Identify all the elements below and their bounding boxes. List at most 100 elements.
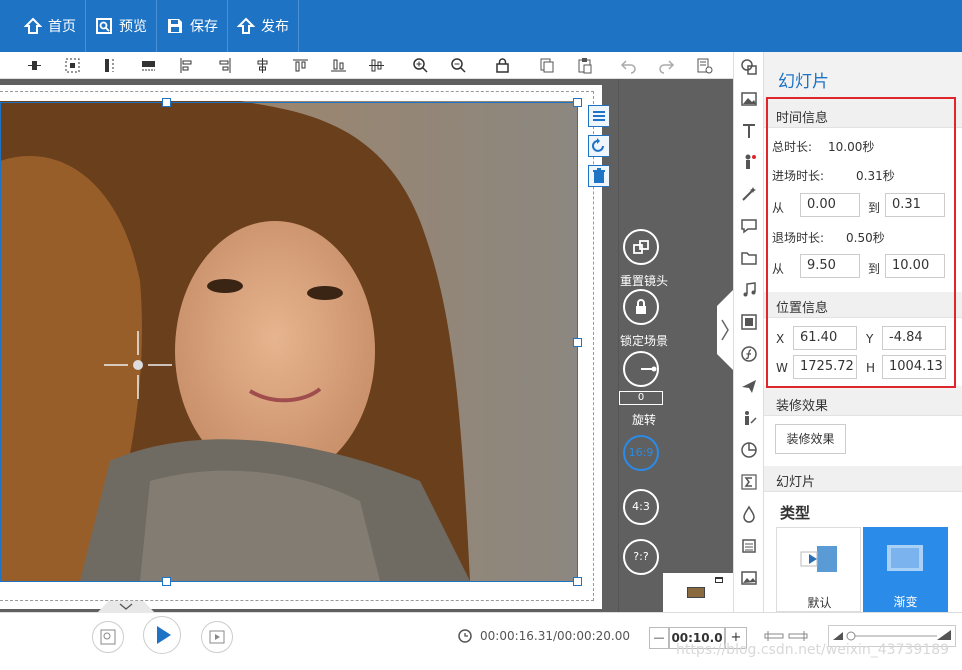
airplane-icon[interactable] [740, 377, 758, 395]
rotate-input[interactable]: 0 [619, 391, 663, 405]
reset-lens-label: 重置镜头 [619, 274, 668, 288]
preview-button[interactable]: 预览 [86, 0, 157, 52]
type-label: 类型 [780, 504, 811, 522]
thumbnail-image[interactable] [687, 587, 705, 598]
rotate-element-button[interactable] [588, 135, 610, 157]
ungroup-icon[interactable] [102, 57, 119, 74]
lock-icon[interactable] [494, 57, 511, 74]
ratio-16-9-button[interactable]: 16:9 [623, 435, 659, 471]
top-nav-bar: 首页 预览 保存 发布 [0, 0, 962, 52]
resize-handle-top-right[interactable] [573, 98, 582, 107]
image-icon[interactable] [740, 90, 758, 108]
align-top-icon[interactable] [292, 57, 309, 74]
thumbnail-panel[interactable] [663, 573, 733, 612]
type-gradient-label: 渐变 [893, 595, 918, 609]
align-center-icon[interactable] [254, 57, 271, 74]
save-button[interactable]: 保存 [157, 0, 228, 52]
publish-icon [237, 17, 255, 34]
lock-scene-button[interactable] [623, 289, 659, 325]
character-icon[interactable] [740, 153, 758, 171]
paste-icon[interactable] [576, 57, 593, 74]
panel-title: 幻灯片 [778, 72, 829, 92]
ratio-custom-button[interactable]: ?:? [623, 539, 659, 575]
zoom-out-icon[interactable] [450, 57, 467, 74]
resize-handle-bottom[interactable] [162, 577, 171, 586]
edit-toolbar [0, 52, 733, 79]
clock-icon [458, 629, 472, 643]
decoration-header: 装修效果 [764, 390, 962, 416]
sigma-icon[interactable] [740, 473, 758, 491]
save-label: 保存 [190, 19, 218, 35]
highlight-box [766, 97, 956, 388]
canvas-stage [0, 79, 618, 612]
speech-bubble-icon[interactable] [740, 217, 758, 235]
preview-label: 预览 [119, 19, 147, 35]
formula-icon[interactable] [740, 345, 758, 363]
settings-doc-icon[interactable] [696, 57, 713, 74]
split-track-icon[interactable] [764, 629, 810, 643]
music-icon[interactable] [740, 281, 758, 299]
dial-icon [641, 366, 657, 372]
decoration-button[interactable]: 装修效果 [775, 424, 846, 454]
distribute-horizontal-icon[interactable] [26, 57, 43, 74]
next-frame-button[interactable] [201, 621, 233, 653]
timeline-bar: 00:00:16.31/00:00:20.00 — 00:10.0 + [0, 601, 962, 670]
layers-button[interactable] [588, 105, 610, 127]
canvas-control-column: 重置镜头 锁定场景 0 旋转 16:9 4:3 ?:? [618, 79, 733, 612]
home-icon [24, 17, 42, 34]
magic-wand-icon[interactable] [740, 185, 758, 203]
text-icon[interactable] [740, 122, 758, 140]
group-icon[interactable] [64, 57, 81, 74]
publish-label: 发布 [261, 19, 289, 35]
align-middle-icon[interactable] [368, 57, 385, 74]
gradient-type-icon [887, 545, 923, 571]
watermark: https://blog.csdn.net/weixin_43739189 [676, 642, 950, 658]
maximize-icon[interactable] [715, 577, 723, 583]
align-left-icon[interactable] [178, 57, 195, 74]
undo-icon[interactable] [620, 57, 637, 74]
home-label: 首页 [48, 19, 76, 35]
redo-icon[interactable] [658, 57, 675, 74]
align-right-icon[interactable] [216, 57, 233, 74]
insert-icon-bar [733, 52, 764, 612]
selection-box [0, 102, 578, 582]
ratio-4-3-button[interactable]: 4:3 [623, 489, 659, 525]
film-icon[interactable] [740, 313, 758, 331]
resize-handle-right[interactable] [573, 338, 582, 347]
type-gradient-card[interactable]: 渐变 [863, 527, 948, 612]
rotate-icon [592, 138, 604, 152]
copy-icon[interactable] [538, 57, 555, 74]
delete-element-button[interactable] [588, 165, 610, 187]
printer-icon[interactable] [740, 537, 758, 555]
type-default-card[interactable]: 默认 [776, 527, 861, 612]
play-icon [157, 626, 171, 644]
shape-icon[interactable] [740, 58, 758, 76]
handwriting-icon[interactable] [740, 409, 758, 427]
resize-handle-bottom-right[interactable] [573, 577, 582, 586]
gallery-icon[interactable] [740, 569, 758, 587]
lock-icon [636, 299, 646, 314]
align-top-bar-icon[interactable] [140, 57, 157, 74]
lock-scene-label: 锁定场景 [619, 334, 668, 348]
playback-time: 00:00:16.31/00:00:20.00 [480, 629, 630, 643]
zoom-out-button[interactable]: — [649, 627, 669, 649]
rotate-dial[interactable] [623, 351, 659, 387]
slide-header: 幻灯片 [764, 466, 962, 492]
play-button[interactable] [143, 616, 181, 654]
link-icon [633, 240, 649, 254]
resize-handle-top[interactable] [162, 98, 171, 107]
reset-lens-button[interactable] [623, 229, 659, 265]
folder-icon[interactable] [740, 249, 758, 267]
preview-frame-button[interactable] [92, 621, 124, 653]
preview-icon [96, 18, 112, 34]
zoom-in-icon[interactable] [412, 57, 429, 74]
default-type-icon [800, 546, 837, 572]
align-bottom-icon[interactable] [330, 57, 347, 74]
pie-chart-icon[interactable] [740, 441, 758, 459]
publish-button[interactable]: 发布 [228, 0, 299, 52]
type-default-label: 默认 [807, 596, 832, 610]
rotate-label: 旋转 [631, 413, 656, 427]
search-frame-icon [100, 629, 116, 645]
droplet-icon[interactable] [740, 505, 758, 523]
home-button[interactable]: 首页 [0, 0, 86, 52]
